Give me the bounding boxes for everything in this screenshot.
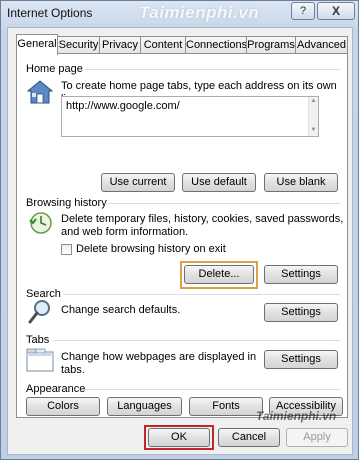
delete-on-exit-checkbox[interactable]: [61, 244, 72, 255]
history-settings-button[interactable]: Settings: [264, 265, 338, 284]
general-tab-panel: Home page To create home page tabs, type…: [16, 53, 348, 418]
tab-privacy[interactable]: Privacy: [99, 36, 141, 54]
home-page-label: Home page: [26, 63, 83, 75]
window-title: Internet Options: [7, 6, 93, 20]
cancel-button[interactable]: Cancel: [218, 428, 280, 447]
scroll-up-icon[interactable]: ▲: [310, 98, 317, 105]
delete-on-exit-label[interactable]: Delete browsing history on exit: [76, 243, 226, 256]
tab-advanced[interactable]: Advanced: [295, 36, 348, 54]
close-button[interactable]: X: [317, 2, 355, 20]
browsing-history-description-1: Delete temporary files, history, cookies…: [61, 213, 344, 225]
dialog-button-bar: OK Cancel Apply: [8, 420, 354, 456]
tab-connections[interactable]: Connections: [185, 36, 247, 54]
tabs-settings-button[interactable]: Settings: [264, 350, 338, 369]
use-blank-button[interactable]: Use blank: [264, 173, 338, 192]
divider: [85, 389, 340, 390]
use-default-button[interactable]: Use default: [182, 173, 256, 192]
divider: [53, 340, 340, 341]
search-description: Change search defaults.: [61, 304, 181, 316]
appearance-label: Appearance: [26, 383, 86, 395]
apply-button[interactable]: Apply: [286, 428, 348, 447]
search-settings-button[interactable]: Settings: [264, 303, 338, 322]
divider: [85, 69, 340, 70]
tab-general[interactable]: General: [16, 34, 58, 55]
search-magnifier-icon: [28, 300, 50, 324]
tab-programs[interactable]: Programs: [246, 36, 296, 54]
tab-content[interactable]: Content: [140, 36, 186, 54]
divider: [105, 203, 340, 204]
internet-options-dialog: Internet Options Taimienphi.vn ? X Gener…: [0, 0, 359, 460]
tabs-description-1: Change how webpages are displayed in: [61, 351, 257, 363]
history-clock-icon: [29, 212, 52, 234]
browsing-history-label: Browsing history: [26, 197, 107, 209]
browsing-history-description-2: and web form information.: [61, 226, 189, 238]
home-page-scrollbar[interactable]: ▲ ▼: [308, 97, 318, 136]
dialog-client-area: General Security Privacy Content Connect…: [7, 27, 353, 455]
ok-button[interactable]: OK: [148, 428, 210, 447]
help-button[interactable]: ?: [291, 2, 315, 20]
use-current-button[interactable]: Use current: [101, 173, 175, 192]
fonts-button[interactable]: Fonts: [189, 397, 263, 416]
watermark: Taimienphi.vn: [139, 3, 260, 22]
home-page-url-textarea[interactable]: http://www.google.com/ ▲ ▼: [61, 96, 319, 137]
colors-button[interactable]: Colors: [26, 397, 100, 416]
languages-button[interactable]: Languages: [107, 397, 182, 416]
title-bar[interactable]: Internet Options Taimienphi.vn ? X: [1, 1, 358, 25]
tabs-description-2: tabs.: [61, 364, 85, 376]
tab-strip: General Security Privacy Content Connect…: [16, 34, 348, 55]
home-icon: [27, 80, 53, 104]
home-page-url: http://www.google.com/: [66, 100, 180, 112]
tabs-section-label: Tabs: [26, 334, 50, 346]
divider: [63, 294, 340, 295]
tab-security[interactable]: Security: [57, 36, 100, 54]
delete-button[interactable]: Delete...: [184, 265, 254, 284]
scroll-down-icon[interactable]: ▼: [310, 127, 317, 134]
tabs-window-icon: [26, 348, 54, 372]
